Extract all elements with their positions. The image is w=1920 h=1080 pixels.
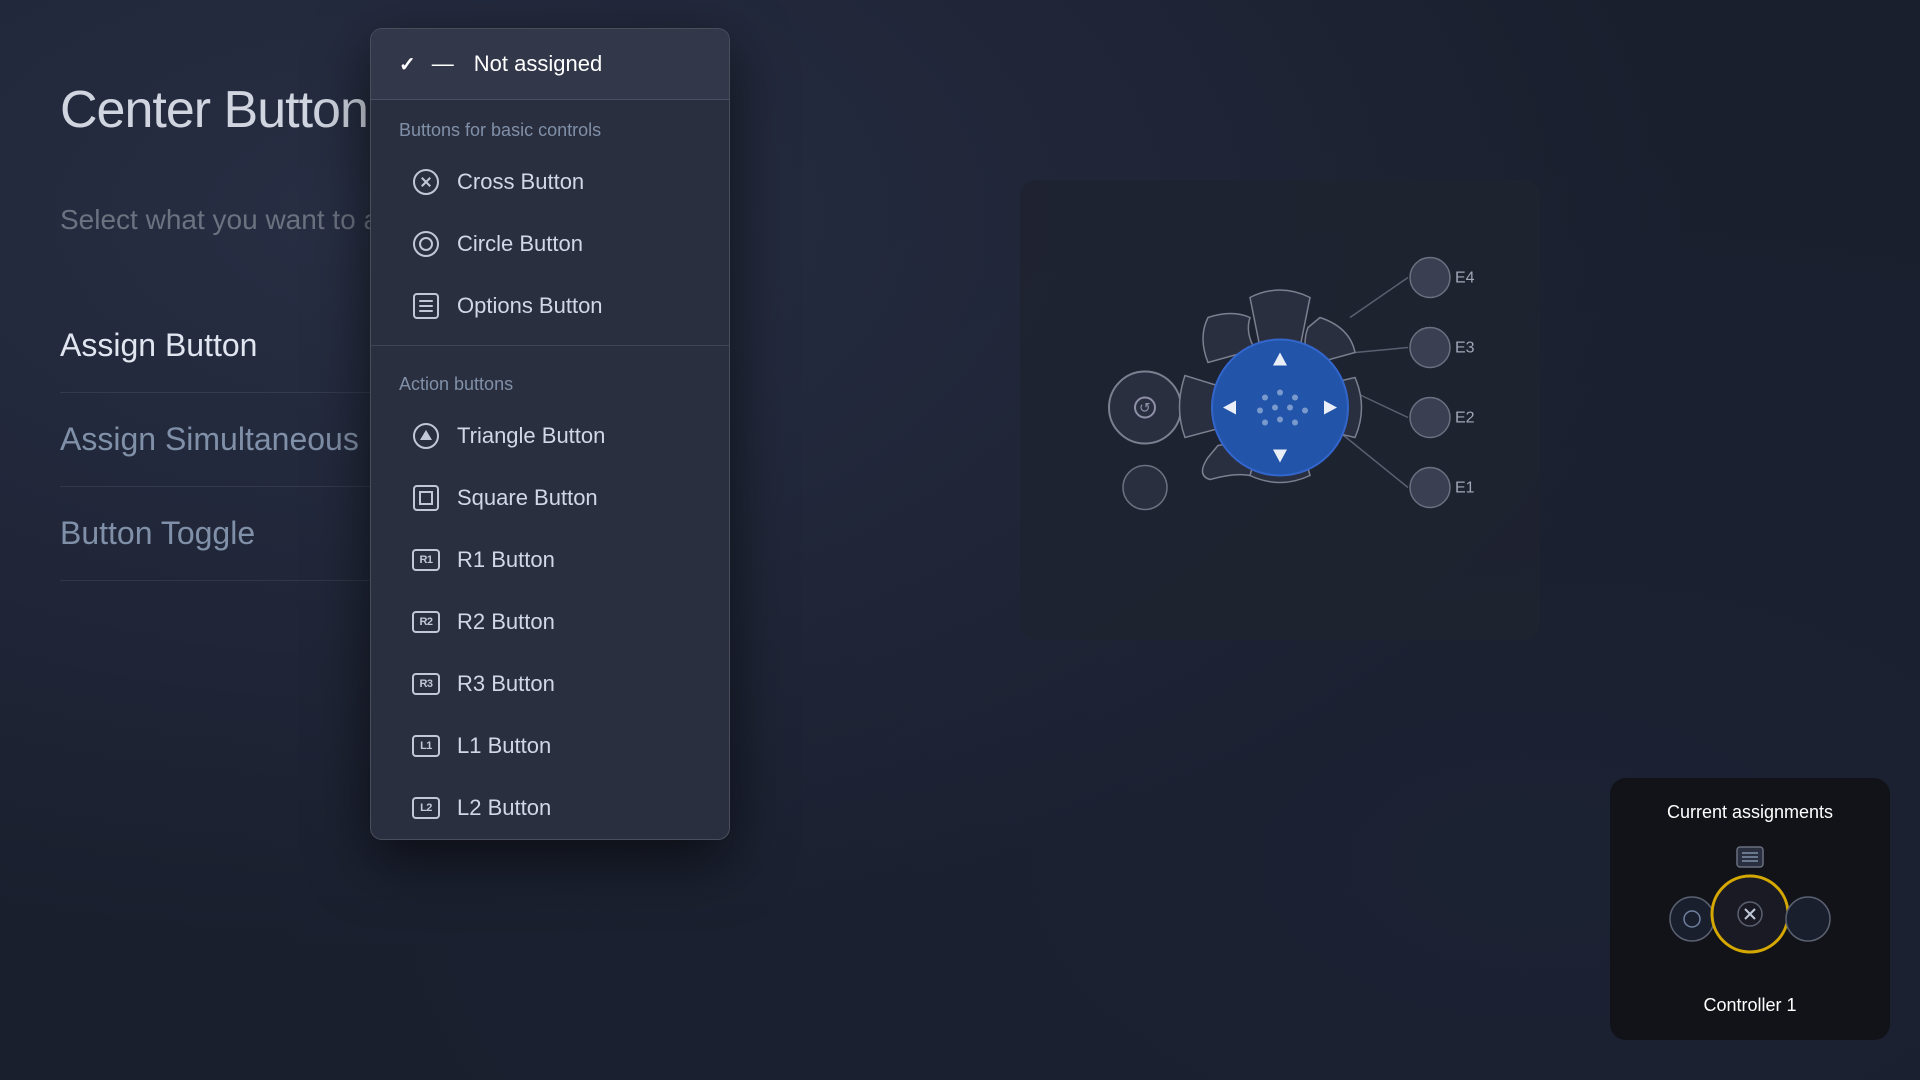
selected-text: Not assigned xyxy=(474,51,602,77)
check-icon: ✓ xyxy=(399,52,416,77)
dropdown-item-r3[interactable]: R3 R3 Button xyxy=(371,653,729,715)
l1-button-icon: L1 xyxy=(411,731,441,761)
dropdown-item-l1[interactable]: L1 L1 Button xyxy=(371,715,729,777)
cross-button-icon xyxy=(411,167,441,197)
svg-text:E2: E2 xyxy=(1455,410,1475,427)
svg-text:↺: ↺ xyxy=(1139,400,1151,416)
svg-text:E1: E1 xyxy=(1455,480,1475,497)
section-header-basic: Buttons for basic controls xyxy=(371,100,729,151)
dropdown-item-square[interactable]: Square Button xyxy=(371,467,729,529)
assignments-title: Current assignments xyxy=(1667,802,1833,823)
mini-controller-svg xyxy=(1650,839,1850,979)
square-button-icon xyxy=(411,483,441,513)
svg-text:E3: E3 xyxy=(1455,340,1475,357)
controller-diagram-area: E4 E3 E2 E1 ↺ xyxy=(1020,180,1540,640)
dropdown-menu: ✓ — Not assigned Buttons for basic contr… xyxy=(370,28,730,840)
r1-button-icon: R1 xyxy=(411,545,441,575)
r2-button-icon: R2 xyxy=(411,607,441,637)
options-button-icon xyxy=(411,291,441,321)
controller-svg: E4 E3 E2 E1 ↺ xyxy=(1040,198,1520,623)
dash-icon: — xyxy=(432,51,454,77)
r3-button-icon: R3 xyxy=(411,669,441,699)
dropdown-item-l2[interactable]: L2 L2 Button xyxy=(371,777,729,839)
controller-label: Controller 1 xyxy=(1703,995,1796,1016)
circle-button-icon xyxy=(411,229,441,259)
triangle-button-icon xyxy=(411,421,441,451)
dropdown-item-r1[interactable]: R1 R1 Button xyxy=(371,529,729,591)
dropdown-selected-item[interactable]: ✓ — Not assigned xyxy=(371,29,729,100)
svg-text:E4: E4 xyxy=(1455,270,1475,287)
l2-button-icon: L2 xyxy=(411,793,441,823)
dropdown-divider xyxy=(371,345,729,346)
dropdown-item-cross[interactable]: Cross Button xyxy=(371,151,729,213)
dropdown-item-r2[interactable]: R2 R2 Button xyxy=(371,591,729,653)
dropdown-item-options[interactable]: Options Button xyxy=(371,275,729,337)
dropdown-item-triangle[interactable]: Triangle Button xyxy=(371,405,729,467)
assignments-panel: Current assignments Controller 1 xyxy=(1610,778,1890,1040)
dropdown-item-circle[interactable]: Circle Button xyxy=(371,213,729,275)
section-header-action: Action buttons xyxy=(371,354,729,405)
